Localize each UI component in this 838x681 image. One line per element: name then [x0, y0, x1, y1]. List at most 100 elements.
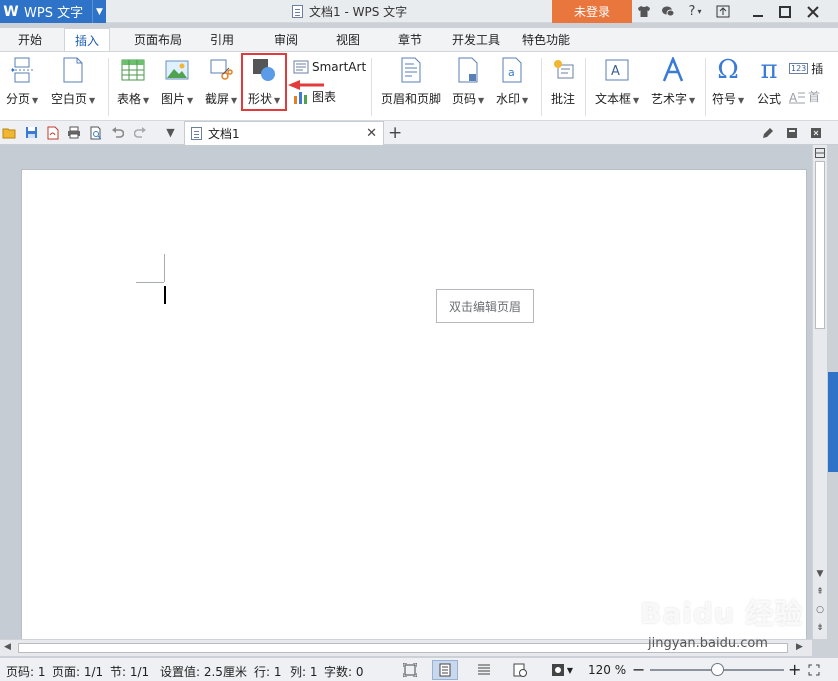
zoom-in-icon[interactable]: +	[788, 660, 801, 679]
zoom-out-icon[interactable]: −	[632, 660, 645, 679]
split-view-icon[interactable]	[813, 146, 827, 160]
status-pages[interactable]: 页面: 1/1	[52, 663, 103, 680]
svg-text:A: A	[611, 64, 620, 79]
print-icon[interactable]	[66, 125, 81, 140]
vertical-scrollbar[interactable]: ▼ ⇞ ○ ⇟	[812, 145, 827, 639]
tab-chapter[interactable]: 章节	[388, 28, 432, 52]
page-view-icon[interactable]	[432, 660, 458, 680]
chevron-down-icon[interactable]: ▼	[92, 0, 106, 23]
status-section[interactable]: 节: 1/1	[110, 663, 149, 680]
scroll-left-icon[interactable]: ◀	[4, 642, 11, 652]
status-setting[interactable]: 设置值: 2.5厘米	[160, 663, 247, 680]
quick-access-bar: ▼ 文档1 ✕ +	[0, 121, 838, 145]
wps-window: W WPS 文字 ▼ 文档1 - WPS 文字 未登录 ? ▾ 开始 插入 页面…	[0, 0, 838, 681]
status-word-count[interactable]: 字数: 0	[324, 663, 364, 680]
screenshot-button[interactable]: 截屏 ▼	[205, 56, 237, 107]
document-mode-icon[interactable]	[760, 125, 775, 140]
wordart-button[interactable]: 艺术字 ▼	[651, 56, 695, 107]
customize-dropdown-icon[interactable]: ▼	[163, 125, 178, 140]
page-number-button[interactable]: 页码 ▼	[452, 56, 484, 107]
maximize-icon[interactable]	[772, 0, 798, 23]
page-number-icon	[455, 56, 481, 84]
redo-icon[interactable]	[133, 125, 148, 140]
header-footer-button[interactable]: 页眉和页脚	[381, 56, 441, 107]
tab-review[interactable]: 审阅	[264, 28, 308, 52]
table-button[interactable]: 表格 ▼	[117, 56, 149, 107]
tab-view[interactable]: 视图	[326, 28, 370, 52]
web-view-icon[interactable]	[512, 662, 528, 678]
title-bar: W WPS 文字 ▼ 文档1 - WPS 文字 未登录 ? ▾	[0, 0, 838, 23]
side-panel-tab[interactable]	[828, 372, 838, 472]
blank-page-button[interactable]: 空白页 ▼	[51, 56, 95, 107]
number-badge-icon: 123	[789, 63, 809, 74]
header-footer-icon	[398, 56, 424, 84]
status-page-code[interactable]: 页码: 1	[6, 663, 46, 680]
page-break-button[interactable]: 分页 ▼	[6, 56, 38, 107]
tab-developer[interactable]: 开发工具	[442, 28, 510, 52]
close-doc-icon[interactable]	[808, 125, 823, 140]
tshirt-icon[interactable]	[636, 3, 652, 20]
comment-button[interactable]: 批注	[550, 56, 576, 107]
login-button[interactable]: 未登录	[552, 0, 632, 23]
chart-icon	[294, 91, 307, 104]
comment-label: 批注	[550, 92, 575, 106]
tab-insert[interactable]: 插入	[64, 28, 111, 52]
watermark-url: jingyan.baidu.com	[648, 636, 768, 651]
chart-label: 图表	[312, 90, 337, 104]
status-row: 行: 1	[254, 665, 282, 679]
restore-doc-icon[interactable]	[784, 125, 799, 140]
insert-number-button[interactable]: 123 插	[789, 60, 823, 77]
formula-button[interactable]: π 公式	[756, 55, 782, 107]
drop-cap-button[interactable]: A 首	[789, 88, 820, 105]
margin-marker-vertical	[164, 254, 165, 282]
window-pin-icon[interactable]	[710, 0, 736, 23]
symbol-button[interactable]: Ω 符号 ▼	[712, 55, 744, 107]
scroll-down-icon[interactable]: ▼	[813, 567, 827, 581]
edit-header-hint[interactable]: 双击编辑页眉	[436, 289, 534, 323]
svg-text:a: a	[508, 66, 515, 79]
vertical-scroll-thumb[interactable]	[815, 161, 825, 329]
document-page[interactable]	[21, 169, 807, 643]
fit-window-icon[interactable]	[806, 662, 822, 678]
document-tab[interactable]: 文档1 ✕	[184, 121, 384, 145]
text-cursor	[164, 286, 166, 304]
chart-button[interactable]: 图表	[293, 88, 336, 105]
eye-protect-icon[interactable]: ▼	[548, 662, 576, 678]
undo-icon[interactable]	[110, 125, 125, 140]
textbox-button[interactable]: A 文本框 ▼	[595, 56, 639, 107]
full-screen-icon[interactable]	[402, 662, 418, 678]
open-folder-icon[interactable]	[2, 125, 17, 140]
save-icon[interactable]	[24, 125, 39, 140]
watermark-button[interactable]: a 水印 ▼	[496, 56, 528, 107]
status-column: 列: 1	[290, 665, 318, 679]
outline-view-icon[interactable]	[476, 662, 492, 678]
baidu-watermark: Baidu 经验 jingyan.baidu.com	[640, 592, 830, 656]
tab-references[interactable]: 引用	[200, 28, 244, 52]
document-icon	[292, 5, 303, 18]
zoom-level[interactable]: 120 %	[588, 663, 626, 677]
header-footer-label: 页眉和页脚	[381, 92, 442, 106]
picture-button[interactable]: 图片 ▼	[161, 56, 193, 107]
help-icon[interactable]: ? ▾	[684, 3, 706, 20]
chat-icon[interactable]	[660, 3, 676, 20]
close-tab-icon[interactable]: ✕	[366, 126, 377, 141]
document-icon	[191, 127, 202, 140]
margin-marker-horizontal	[136, 282, 164, 283]
close-icon[interactable]	[800, 0, 826, 23]
page-number-label: 页码	[452, 92, 477, 106]
minimize-icon[interactable]	[745, 0, 771, 23]
tab-page-layout[interactable]: 页面布局	[124, 28, 192, 52]
new-tab-icon[interactable]: +	[388, 123, 402, 143]
window-title-text: 文档1 - WPS 文字	[309, 5, 408, 19]
print-preview-icon[interactable]	[88, 125, 103, 140]
screenshot-label: 截屏	[205, 92, 230, 106]
smartart-button[interactable]: SmartArt	[293, 60, 366, 74]
tab-special[interactable]: 特色功能	[512, 28, 580, 52]
watermark-logo-text: Baidu 经验	[640, 597, 804, 630]
zoom-slider-knob[interactable]	[710, 663, 724, 676]
page-break-label: 分页	[6, 92, 31, 106]
export-pdf-icon[interactable]	[45, 125, 60, 140]
tab-home[interactable]: 开始	[8, 28, 52, 52]
app-menu-button[interactable]: W WPS 文字 ▼	[0, 0, 106, 23]
blank-page-label: 空白页	[51, 92, 88, 106]
